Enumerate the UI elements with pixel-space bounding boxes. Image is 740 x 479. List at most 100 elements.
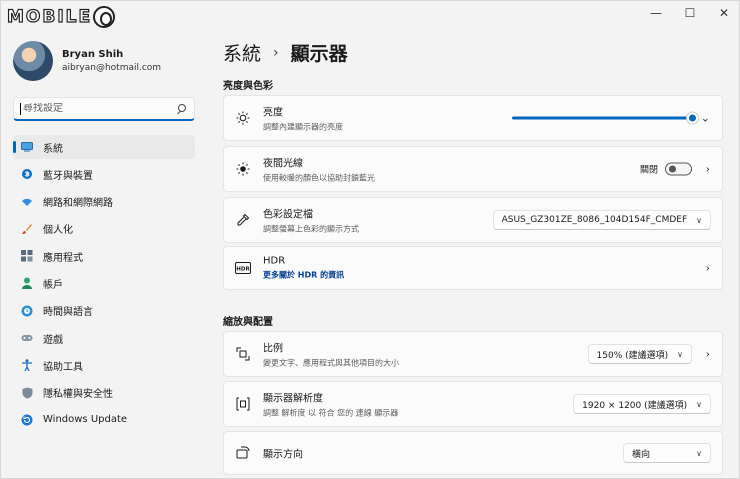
bluetooth-icon (21, 168, 33, 180)
sidebar-item-label: 帳戶 (43, 279, 63, 291)
chevron-down-icon: ∨ (696, 399, 702, 409)
sidebar-item-accounts[interactable]: 帳戶 (13, 271, 195, 295)
sidebar-item-system[interactable]: 系統 (13, 135, 195, 159)
sidebar-item-label: 遊戲 (43, 334, 63, 346)
sidebar-item-label: 系統 (43, 143, 63, 155)
window-controls: — ☐ ✕ (639, 1, 740, 25)
monitor-icon (21, 141, 33, 153)
chevron-down-icon[interactable]: ⌄ (701, 112, 710, 125)
account-icon (21, 277, 33, 290)
scale-subtitle: 變更文字、應用程式與其他項目的大小 (263, 358, 399, 368)
profile-email: aibryan@hotmail.com (62, 63, 162, 73)
chevron-down-icon: ∨ (696, 448, 702, 458)
resolution-card[interactable]: 顯示器解析度 調整 解析度 以 符合 您的 連線 顯示器 1920 × 1200… (223, 381, 723, 427)
resolution-dropdown[interactable]: 1920 × 1200 (建議選項) ∨ (573, 394, 711, 414)
close-button[interactable]: ✕ (707, 1, 740, 25)
scale-value: 150% (建議選項) (596, 350, 669, 361)
night-light-icon (235, 161, 251, 177)
search-input[interactable] (23, 103, 176, 114)
sidebar-item-privacy-security[interactable]: 隱私權與安全性 (13, 381, 195, 405)
resolution-icon (235, 396, 251, 412)
slider-thumb[interactable] (687, 112, 698, 124)
resolution-value: 1920 × 1200 (建議選項) (582, 400, 688, 411)
night-light-toggle[interactable] (665, 162, 692, 176)
color-profile-card[interactable]: 色彩設定檔 調整螢幕上色彩的顯示方式 ASUS_GZ301ZE_8086_104… (223, 197, 723, 243)
chevron-right-icon[interactable]: › (706, 348, 710, 361)
wifi-icon (21, 196, 33, 208)
breadcrumb-separator: › (273, 44, 279, 61)
brightness-title: 亮度 (263, 107, 283, 119)
orientation-dropdown[interactable]: 橫向 ∨ (623, 443, 711, 463)
night-light-toggle-label: 關閉 (639, 165, 658, 176)
breadcrumb-parent[interactable]: 系統 (223, 39, 261, 66)
chevron-right-icon[interactable]: › (706, 262, 710, 275)
sidebar-item-windows-update[interactable]: Windows Update (13, 408, 195, 432)
section-title-brightness-color: 亮度與色彩 (223, 81, 273, 92)
sidebar-item-label: 協助工具 (43, 361, 83, 373)
night-light-subtitle: 使用較暖的顏色以協助封鎖藍光 (263, 173, 375, 183)
sidebar-item-label: Windows Update (43, 414, 128, 426)
brightness-slider[interactable] (512, 112, 698, 124)
orientation-icon (235, 445, 251, 461)
maximize-button[interactable]: ☐ (673, 1, 707, 25)
chevron-down-icon: ∨ (696, 215, 702, 225)
sidebar-item-time-language[interactable]: 時間與語言 (13, 299, 195, 323)
search-icon[interactable] (176, 103, 186, 114)
resolution-title: 顯示器解析度 (263, 393, 323, 405)
brightness-card[interactable]: 亮度 調整內建顯示器的亮度 ⌄ (223, 95, 723, 141)
color-profile-title: 色彩設定檔 (263, 209, 313, 221)
logo-text: MOBILE (6, 6, 93, 27)
profile-name: Bryan Shih (62, 49, 124, 60)
sidebar-item-label: 藍牙與裝置 (43, 170, 93, 182)
scale-card[interactable]: 比例 變更文字、應用程式與其他項目的大小 150% (建議選項) ∨ › (223, 331, 723, 377)
orientation-title: 顯示方向 (263, 449, 303, 461)
sidebar-item-personalization[interactable]: 個人化 (13, 217, 195, 241)
shield-icon (21, 387, 33, 399)
eyedropper-icon (235, 212, 251, 228)
chevron-down-icon: ∨ (677, 349, 683, 359)
night-light-card[interactable]: 夜間光線 使用較暖的顏色以協助封鎖藍光 關閉 › (223, 146, 723, 192)
hdr-more-info-link[interactable]: 更多關於 HDR 的資訊 (263, 270, 344, 281)
mobile01-logo: MOBILE (6, 5, 116, 29)
logo-badge-icon (93, 6, 116, 28)
sidebar-item-apps[interactable]: 應用程式 (13, 244, 195, 268)
user-profile[interactable]: Bryan Shih aibryan@hotmail.com (13, 41, 161, 81)
search-box[interactable] (13, 97, 195, 121)
brush-icon (21, 223, 33, 235)
night-light-title: 夜間光線 (263, 158, 303, 170)
section-title-scale-layout: 縮放與配置 (223, 317, 273, 328)
sidebar-item-accessibility[interactable]: 協助工具 (13, 353, 195, 377)
update-icon (21, 414, 33, 426)
color-profile-subtitle: 調整螢幕上色彩的顯示方式 (263, 224, 359, 234)
avatar (13, 41, 53, 81)
sidebar-item-label: 個人化 (43, 225, 73, 237)
sidebar-item-network[interactable]: 網路和網際網路 (13, 190, 195, 214)
page-title: 顯示器 (290, 43, 348, 65)
svg-text:HDR: HDR (236, 266, 250, 272)
sidebar-item-label: 網路和網際網路 (43, 198, 113, 210)
sidebar-item-label: 應用程式 (43, 252, 83, 264)
orientation-value: 橫向 (632, 449, 651, 460)
sidebar-item-label: 隱私權與安全性 (43, 389, 113, 401)
hdr-card[interactable]: HDR HDR 更多關於 HDR 的資訊 › (223, 246, 723, 290)
hdr-icon: HDR (235, 260, 251, 276)
scale-dropdown[interactable]: 150% (建議選項) ∨ (587, 344, 692, 364)
accessibility-icon (21, 359, 33, 372)
color-profile-value: ASUS_GZ301ZE_8086_104D154F_CMDEF (501, 215, 688, 225)
resolution-subtitle: 調整 解析度 以 符合 您的 連線 顯示器 (263, 408, 399, 418)
orientation-card[interactable]: 顯示方向 橫向 ∨ (223, 431, 723, 475)
title-bar: MOBILE — ☐ ✕ (1, 1, 740, 29)
sidebar-item-gaming[interactable]: 遊戲 (13, 326, 195, 350)
hdr-title: HDR (263, 255, 286, 267)
brightness-subtitle: 調整內建顯示器的亮度 (263, 122, 343, 132)
chevron-right-icon[interactable]: › (706, 163, 710, 176)
sidebar-nav: 系統 藍牙與裝置 網路和網際網路 個人化 應用程式 帳戶 時間與語言 遊戲 協助… (13, 135, 195, 435)
apps-icon (21, 250, 33, 262)
sun-icon (235, 110, 251, 126)
minimize-button[interactable]: — (639, 1, 673, 25)
breadcrumb: 系統 › 顯示器 (223, 39, 348, 66)
sidebar-item-bluetooth[interactable]: 藍牙與裝置 (13, 162, 195, 186)
scale-icon (235, 346, 251, 362)
color-profile-dropdown[interactable]: ASUS_GZ301ZE_8086_104D154F_CMDEF ∨ (492, 210, 711, 230)
sidebar-item-label: 時間與語言 (43, 307, 93, 319)
